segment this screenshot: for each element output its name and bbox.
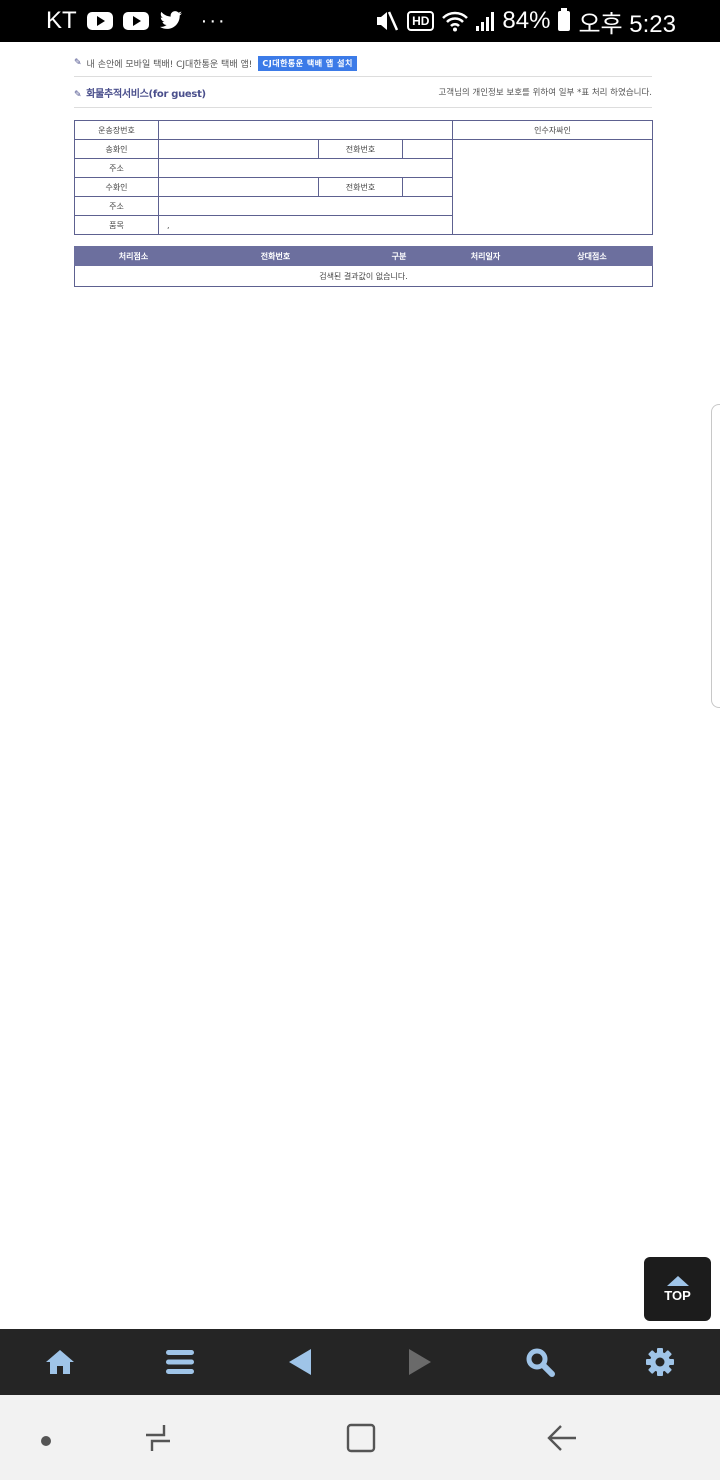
menu-icon (166, 1350, 194, 1374)
privacy-note: 고객님의 개인정보 보호를 위하여 일부 *표 처리 하였습니다. (438, 88, 652, 98)
youtube-icon (86, 12, 113, 30)
tracking-page: ✎ 내 손안에 모바일 택배! CJ대한통운 택배 앱! CJ대한통운 택배 앱… (74, 50, 653, 287)
item-label: 품목 (74, 215, 159, 235)
browser-toolbar (0, 1329, 720, 1395)
signature-area (452, 139, 653, 235)
settings-button[interactable] (630, 1332, 690, 1392)
table-row: 운송장번호 인수자싸인 (74, 120, 653, 140)
sender-phone-value (402, 139, 453, 159)
search-button[interactable] (510, 1332, 570, 1392)
table-row: 검색된 결과값이 없습니다. (74, 265, 653, 287)
forward-icon (409, 1349, 431, 1375)
column-header: 처리점소 (74, 246, 193, 266)
column-header: 상대점소 (531, 246, 653, 266)
back-button[interactable] (270, 1332, 330, 1392)
receiver-value (158, 177, 319, 197)
battery-icon (558, 8, 571, 31)
youtube-icon-2 (122, 12, 149, 30)
twitter-icon (159, 11, 182, 29)
promo-text: 내 손안에 모바일 택배! CJ대한통운 택배 앱! (86, 59, 253, 70)
battery-percent: 84% (502, 7, 551, 34)
hd-voice-badge: HD (407, 11, 435, 31)
sender-address-label: 주소 (74, 158, 159, 178)
sender-phone-label: 전화번호 (318, 139, 403, 159)
column-header: 처리일자 (439, 246, 532, 266)
scroll-to-top-button[interactable]: TOP (644, 1257, 711, 1321)
clock: 오후 5:23 (578, 10, 676, 38)
receiver-phone-label: 전화번호 (318, 177, 403, 197)
sender-value (158, 139, 319, 159)
nav-dot-indicator (41, 1436, 51, 1446)
status-bar: KT ··· HD 84% 오후 5:23 (0, 0, 720, 42)
status-bar-right: HD 84% 오후 5:23 (375, 0, 676, 42)
column-header: 구분 (358, 246, 440, 266)
carrier-name: KT (46, 7, 77, 34)
promo-banner: ✎ 내 손안에 모바일 택배! CJ대한통운 택배 앱! CJ대한통운 택배 앱… (74, 50, 652, 77)
pencil-icon: ✎ (74, 58, 82, 68)
section-title: 화물추적서비스(for guest) (86, 88, 206, 100)
receiver-label: 수화인 (74, 177, 159, 197)
forward-button[interactable] (390, 1332, 450, 1392)
mute-icon (377, 11, 399, 31)
wifi-icon (442, 11, 469, 32)
back-icon (289, 1349, 311, 1375)
sender-label: 송화인 (74, 139, 159, 159)
menu-button[interactable] (150, 1332, 210, 1392)
section-header: ✎ 화물추적서비스(for guest) 고객님의 개인정보 보호를 위하여 일부… (74, 77, 652, 108)
column-header: 전화번호 (192, 246, 359, 266)
edge-panel-handle[interactable] (711, 404, 720, 708)
home-icon (46, 1350, 74, 1374)
pencil-icon: ✎ (74, 89, 82, 100)
recent-apps-icon[interactable] (142, 1421, 174, 1455)
receiver-address-value (158, 196, 453, 216)
table-header-row: 처리점소 전화번호 구분 처리일자 상대점소 (74, 246, 653, 266)
signature-label: 인수자싸인 (452, 120, 653, 140)
top-button-label: TOP (664, 1287, 691, 1303)
arrow-up-icon (666, 1275, 689, 1286)
status-bar-left: KT ··· (46, 0, 227, 42)
more-notifications-icon: ··· (200, 9, 227, 32)
search-icon (526, 1348, 555, 1377)
table-row: 송화인 전화번호 (74, 139, 653, 235)
system-navigation-bar (0, 1395, 720, 1480)
item-value: , (158, 215, 453, 235)
waybill-label: 운송장번호 (74, 120, 159, 140)
section-title-wrap: ✎ 화물추적서비스(for guest) (74, 85, 206, 100)
back-nav-icon[interactable] (546, 1422, 578, 1454)
settings-icon (646, 1348, 674, 1376)
home-button[interactable] (30, 1332, 90, 1392)
receiver-phone-value (402, 177, 453, 197)
home-nav-icon[interactable] (345, 1422, 377, 1454)
empty-result-message: 검색된 결과값이 없습니다. (74, 265, 653, 287)
signal-strength-icon (476, 11, 495, 31)
waybill-value (158, 120, 453, 140)
shipment-info-table: 운송장번호 인수자싸인 송화인 전화번호 주소 수화인 전화번호 주소 품목 , (74, 120, 653, 235)
tracking-history-table: 처리점소 전화번호 구분 처리일자 상대점소 검색된 결과값이 없습니다. (74, 246, 653, 287)
receiver-address-label: 주소 (74, 196, 159, 216)
sender-address-value (158, 158, 453, 178)
install-app-button[interactable]: CJ대한통운 택배 앱 설치 (258, 55, 357, 71)
